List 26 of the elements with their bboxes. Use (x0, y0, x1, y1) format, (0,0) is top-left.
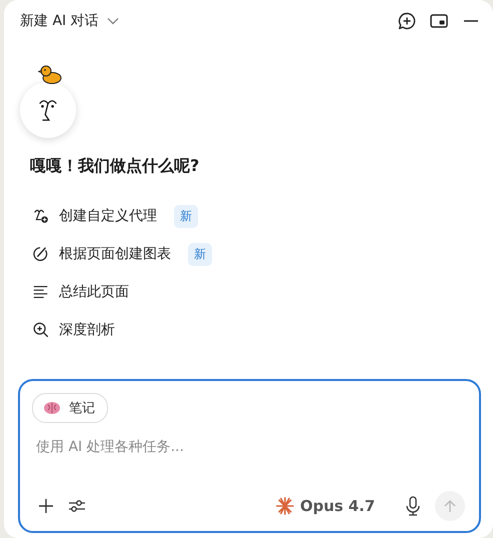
text-lines-icon (32, 283, 50, 301)
model-selector[interactable]: Opus 4.7 (270, 496, 381, 516)
face-doodle-icon (37, 97, 59, 123)
pen-circle-icon (32, 245, 50, 263)
action-item[interactable]: 深度剖析 (32, 317, 115, 343)
add-icon[interactable] (38, 498, 54, 514)
new-badge: 新 (174, 204, 198, 228)
brain-icon (43, 401, 61, 415)
new-chat-icon[interactable] (397, 11, 417, 31)
chip-label: 笔记 (69, 400, 95, 417)
action-item[interactable]: 根据页面创建图表 (59, 245, 171, 263)
zoom-in-icon (32, 321, 50, 339)
caret-icon (106, 17, 119, 25)
starburst-icon (276, 497, 294, 515)
chat-input-box[interactable]: 笔记 使用 AI 处理各种任务... Opus 4.7 (18, 379, 481, 533)
microphone-icon[interactable] (405, 496, 421, 516)
arrow-up-icon (443, 499, 457, 513)
chat-title-dropdown[interactable]: 新建 AI 对话 (18, 12, 121, 30)
action-item[interactable]: 总结此页面 (32, 279, 129, 305)
greeting-heading: 嘎嘎！我们做点什么呢? (30, 156, 200, 177)
duck-icon (38, 64, 62, 84)
new-badge: 新 (188, 242, 212, 266)
action-item[interactable]: 创建自定义代理 (59, 207, 157, 225)
notes-chip[interactable]: 笔记 (32, 393, 108, 423)
agent-plus-icon (32, 207, 50, 225)
sliders-icon[interactable] (68, 499, 86, 513)
